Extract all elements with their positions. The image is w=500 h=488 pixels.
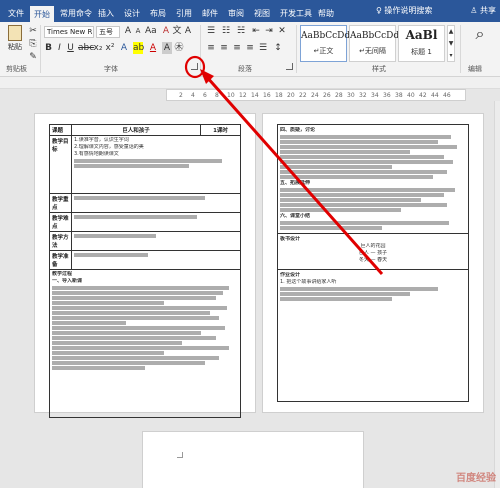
annotation-arrow — [184, 55, 384, 275]
watermark-logo: 百度经验 — [456, 473, 496, 484]
